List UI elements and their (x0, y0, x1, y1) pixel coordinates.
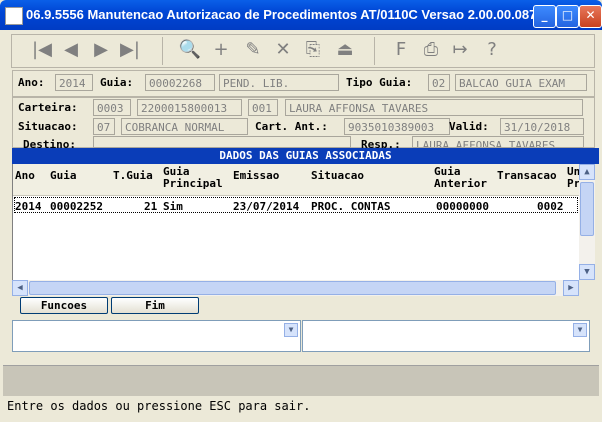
chevron-down-icon[interactable]: ▼ (284, 323, 298, 337)
cell-ano: 2014 (15, 200, 42, 213)
grid-title: DADOS DAS GUIAS ASSOCIADAS (12, 148, 599, 164)
title-bar: 06.9.5556 Manutencao Autorizacao de Proc… (0, 0, 602, 30)
scroll-up-icon[interactable]: ▲ (579, 164, 595, 180)
app-icon (5, 7, 23, 25)
print-icon[interactable]: ⎙ (419, 38, 443, 62)
help-icon[interactable]: ? (480, 38, 504, 62)
column-header-guia[interactable]: Guia (50, 166, 110, 182)
cell-guia-anterior: 00000000 (436, 200, 489, 213)
column-header-transacao[interactable]: Transacao (497, 166, 565, 182)
cell-guia: 00002252 (50, 200, 103, 213)
filter-icon[interactable]: F (389, 38, 413, 62)
tipo-guia-desc-field: BALCAO GUIA EXAM (455, 74, 587, 91)
guia-status-field: PEND. LIB. (219, 74, 339, 91)
close-button[interactable]: ✕ (579, 5, 602, 28)
destino-label: Destino: (23, 138, 76, 148)
previous-record-icon[interactable]: ◀ (59, 38, 83, 62)
horizontal-scrollbar[interactable]: ◀ ▶ (12, 280, 579, 296)
search-icon[interactable]: 🔍 (178, 38, 202, 62)
beneficiary-name-field: LAURA AFFONSA TAVARES (285, 99, 583, 116)
funcoes-button[interactable]: Funcoes (20, 297, 108, 314)
cart-ant-label: Cart. Ant.: (255, 120, 328, 133)
vertical-scrollbar[interactable]: ▲ ▼ (579, 164, 595, 280)
guia-field[interactable]: 00002268 (145, 74, 215, 91)
toolbar: |◀ ◀ ▶ ▶| 🔍 + ✎ ✕ ⎘ ⏏ F ⎙ ↦ ? (11, 34, 595, 68)
copy-icon[interactable]: ⎘ (301, 38, 325, 62)
guia-label: Guia: (100, 76, 134, 89)
column-header-guia-principal[interactable]: Guia Principal (163, 166, 231, 190)
valid-label: Valid: (449, 120, 489, 133)
ano-label: Ano: (18, 76, 45, 89)
scroll-right-icon[interactable]: ▶ (563, 280, 579, 296)
main-window: |◀ ◀ ▶ ▶| 🔍 + ✎ ✕ ⎘ ⏏ F ⎙ ↦ ? Ano: 2014 … (3, 30, 599, 419)
carteira-numero-field[interactable]: 2200015800013 (137, 99, 242, 116)
hscroll-thumb[interactable] (29, 281, 556, 295)
last-record-icon[interactable]: ▶| (118, 38, 142, 62)
left-combo[interactable]: ▼ (12, 320, 301, 352)
column-header-tguia[interactable]: T.Guia (113, 166, 161, 182)
scroll-left-icon[interactable]: ◀ (12, 280, 28, 296)
first-record-icon[interactable]: |◀ (30, 38, 54, 62)
valid-field[interactable]: 31/10/2018 (500, 118, 584, 135)
cell-principal: Sim (163, 200, 183, 213)
carteira-label: Carteira: (18, 101, 78, 114)
situacao-code-field[interactable]: 07 (93, 118, 115, 135)
scroll-thumb[interactable] (580, 182, 594, 236)
ano-field[interactable]: 2014 (55, 74, 93, 91)
tipo-guia-label: Tipo Guia: (346, 76, 413, 89)
delete-icon[interactable]: ✕ (271, 38, 295, 62)
exit-door-icon[interactable]: ⏏ (333, 38, 357, 62)
right-combo[interactable]: ▼ (302, 320, 590, 352)
resp-field: LAURA AFFONSA TAVARES (412, 136, 584, 148)
toolbar-separator (162, 37, 163, 65)
carteira-digito-field[interactable]: 001 (248, 99, 278, 116)
cell-situacao: PROC. CONTAS (311, 200, 391, 213)
scroll-down-icon[interactable]: ▼ (579, 264, 595, 280)
toolbar-separator (374, 37, 375, 65)
situacao-label: Situacao: (18, 120, 78, 133)
window-title: 06.9.5556 Manutencao Autorizacao de Proc… (26, 7, 548, 22)
next-record-icon[interactable]: ▶ (89, 38, 113, 62)
fim-button[interactable]: Fim (111, 297, 199, 314)
status-message: Entre os dados ou pressione ESC para sai… (7, 399, 311, 413)
associated-guides-table[interactable]: Ano Guia T.Guia Guia Principal Emissao Si… (12, 164, 580, 280)
column-header-ano[interactable]: Ano (15, 166, 49, 182)
cell-transacao: 0002 (537, 200, 564, 213)
close-program-icon[interactable]: ↦ (448, 38, 472, 62)
column-header-emissao[interactable]: Emissao (233, 166, 309, 182)
edit-icon[interactable]: ✎ (241, 38, 265, 62)
cell-emissao: 23/07/2014 (233, 200, 300, 213)
chevron-down-icon[interactable]: ▼ (573, 323, 587, 337)
cell-tguia: 21 (144, 200, 158, 213)
destino-field[interactable] (93, 136, 351, 148)
maximize-button[interactable]: □ (556, 5, 579, 28)
carteira-unidade-field[interactable]: 0003 (93, 99, 131, 116)
minimize-button[interactable]: _ (533, 5, 556, 28)
resp-label: Resp.: (361, 138, 401, 148)
column-header-situacao[interactable]: Situacao (311, 166, 431, 182)
tipo-guia-code-field[interactable]: 02 (428, 74, 450, 91)
add-icon[interactable]: + (209, 38, 233, 62)
cart-ant-field[interactable]: 9035010389003 (344, 118, 450, 135)
status-bar (3, 365, 599, 396)
situacao-desc-field: COBRANCA NORMAL (121, 118, 248, 135)
column-header-guia-anterior[interactable]: Guia Anterior (434, 166, 496, 190)
